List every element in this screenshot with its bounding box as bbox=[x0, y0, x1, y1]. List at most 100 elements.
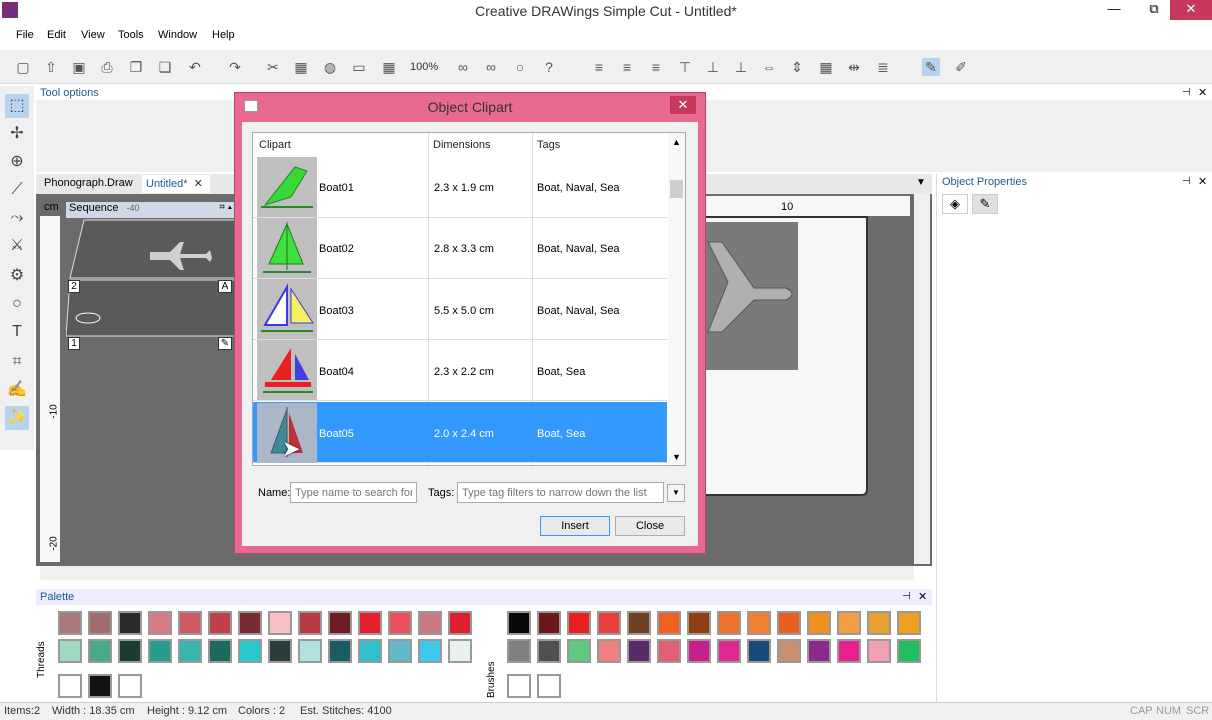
tags-dropdown-icon[interactable]: ▼ bbox=[667, 484, 685, 502]
copy-icon[interactable]: ❐ bbox=[127, 58, 145, 76]
column-clipart[interactable]: Clipart bbox=[259, 139, 291, 151]
circle-gear-icon[interactable]: ⚙ bbox=[5, 264, 29, 288]
color-swatch[interactable] bbox=[358, 639, 382, 663]
pin-icon[interactable]: ⊣ bbox=[1182, 87, 1191, 98]
shape-icon[interactable]: ○ bbox=[511, 58, 529, 76]
help-icon[interactable]: ? bbox=[540, 58, 558, 76]
color-swatch[interactable] bbox=[58, 611, 82, 635]
close-window-button[interactable]: ✕ bbox=[1170, 0, 1212, 20]
print-icon[interactable]: ⎙ bbox=[98, 58, 116, 76]
color-swatch[interactable] bbox=[717, 639, 741, 663]
tab-phonograph[interactable]: Phonograph.Draw bbox=[44, 177, 133, 189]
ruler-tool-icon[interactable]: ⟋ bbox=[5, 178, 29, 202]
sequence-index-1[interactable]: 1 bbox=[68, 337, 80, 350]
close-icon[interactable]: ✕ bbox=[918, 590, 927, 603]
color-swatch[interactable] bbox=[178, 611, 202, 635]
color-swatch[interactable] bbox=[208, 639, 232, 663]
color-swatch[interactable] bbox=[358, 611, 382, 635]
black-swatch[interactable] bbox=[88, 674, 112, 698]
color-swatch[interactable] bbox=[687, 611, 711, 635]
menu-file[interactable]: File bbox=[16, 29, 34, 41]
pin-icon[interactable]: ⊣ bbox=[1182, 176, 1191, 187]
color-swatch[interactable] bbox=[238, 611, 262, 635]
space-v-icon[interactable]: ≣ bbox=[874, 58, 892, 76]
edit-object-icon[interactable]: ✎ bbox=[218, 337, 232, 350]
color-swatch[interactable] bbox=[118, 639, 142, 663]
tab-close-icon[interactable]: ✕ bbox=[194, 178, 203, 190]
color-swatch[interactable] bbox=[657, 611, 681, 635]
color-swatch[interactable] bbox=[867, 639, 891, 663]
color-swatch[interactable] bbox=[148, 611, 172, 635]
tab-untitled[interactable]: Untitled* ✕ bbox=[142, 175, 210, 193]
color-swatch[interactable] bbox=[238, 639, 262, 663]
color-swatch[interactable] bbox=[88, 611, 112, 635]
minimize-button[interactable]: — bbox=[1098, 0, 1130, 20]
zoom-level[interactable]: 100% bbox=[410, 61, 438, 73]
canvas-vertical-scrollbar[interactable] bbox=[914, 194, 930, 564]
color-swatch[interactable] bbox=[747, 611, 771, 635]
color-swatch[interactable] bbox=[268, 611, 292, 635]
color-swatch[interactable] bbox=[148, 639, 172, 663]
palette-icon[interactable]: ◍ bbox=[321, 58, 339, 76]
color-swatch[interactable] bbox=[178, 639, 202, 663]
restore-button[interactable]: ⧉ bbox=[1138, 0, 1170, 20]
color-swatch[interactable] bbox=[567, 611, 591, 635]
cut-icon[interactable]: ✂ bbox=[264, 58, 282, 76]
color-swatch[interactable] bbox=[777, 611, 801, 635]
color-swatch[interactable] bbox=[627, 611, 651, 635]
color-swatch[interactable] bbox=[507, 611, 531, 635]
no-color-swatch[interactable] bbox=[507, 674, 531, 698]
color-swatch[interactable] bbox=[657, 639, 681, 663]
grid-icon[interactable]: ▦ bbox=[292, 58, 310, 76]
menu-tools[interactable]: Tools bbox=[118, 29, 144, 41]
pin-icon[interactable]: ⊣ bbox=[902, 591, 911, 602]
column-tags[interactable]: Tags bbox=[537, 139, 560, 151]
link-icon[interactable]: ∞ bbox=[454, 58, 472, 76]
color-swatch[interactable] bbox=[867, 611, 891, 635]
table-icon[interactable]: ▦ bbox=[380, 58, 398, 76]
color-swatch[interactable] bbox=[537, 611, 561, 635]
brush-tool-icon[interactable]: ✎ bbox=[922, 58, 940, 76]
align-right-icon[interactable]: ≡ bbox=[647, 58, 665, 76]
align-left-icon[interactable]: ≡ bbox=[590, 58, 608, 76]
color-swatch[interactable] bbox=[837, 639, 861, 663]
menu-help[interactable]: Help bbox=[212, 29, 235, 41]
align-bottom-icon[interactable]: ⊥ bbox=[732, 58, 750, 76]
canvas-horizontal-scrollbar[interactable] bbox=[40, 566, 914, 580]
dialog-close-button[interactable]: ✕ bbox=[670, 96, 696, 114]
tabs-dropdown-icon[interactable]: ▼ bbox=[916, 177, 926, 188]
color-swatch[interactable] bbox=[567, 639, 591, 663]
text-tool-icon[interactable]: T bbox=[5, 320, 29, 344]
sequence-controls-icon[interactable]: ⌗ ▴ bbox=[219, 202, 232, 213]
no-color-swatch[interactable] bbox=[58, 674, 82, 698]
color-swatch[interactable] bbox=[328, 611, 352, 635]
color-swatch[interactable] bbox=[388, 611, 412, 635]
color-swatch[interactable] bbox=[298, 611, 322, 635]
fill-properties-icon[interactable]: ◈ bbox=[942, 194, 968, 214]
color-swatch[interactable] bbox=[807, 611, 831, 635]
zoom-tool-icon[interactable]: ⊕ bbox=[5, 150, 29, 174]
name-search-input[interactable] bbox=[290, 482, 417, 503]
color-swatch[interactable] bbox=[837, 611, 861, 635]
magic-tool-icon[interactable]: ✨ bbox=[5, 406, 29, 430]
redo-icon[interactable]: ↷ bbox=[226, 58, 244, 76]
column-dimensions[interactable]: Dimensions bbox=[433, 139, 490, 151]
color-swatch[interactable] bbox=[807, 639, 831, 663]
new-file-icon[interactable]: ▢ bbox=[14, 58, 32, 76]
transparent-swatch[interactable] bbox=[118, 674, 142, 698]
color-swatch[interactable] bbox=[298, 639, 322, 663]
design-object[interactable] bbox=[704, 222, 798, 370]
distribute-h-icon[interactable]: ⇔ bbox=[760, 58, 778, 76]
color-swatch[interactable] bbox=[537, 639, 561, 663]
crop-tool-icon[interactable]: ⌗ bbox=[5, 350, 29, 374]
color-swatch[interactable] bbox=[717, 611, 741, 635]
color-swatch[interactable] bbox=[687, 639, 711, 663]
close-icon[interactable]: ✕ bbox=[1198, 86, 1207, 99]
select-tool-icon[interactable]: ⬚ bbox=[5, 94, 29, 118]
color-swatch[interactable] bbox=[897, 639, 921, 663]
scroll-down-icon[interactable]: ▼ bbox=[672, 452, 681, 462]
color-swatch[interactable] bbox=[268, 639, 292, 663]
scroll-up-icon[interactable]: ▲ bbox=[672, 137, 681, 147]
close-icon[interactable]: ✕ bbox=[1198, 175, 1207, 188]
scroll-thumb[interactable] bbox=[670, 180, 683, 198]
